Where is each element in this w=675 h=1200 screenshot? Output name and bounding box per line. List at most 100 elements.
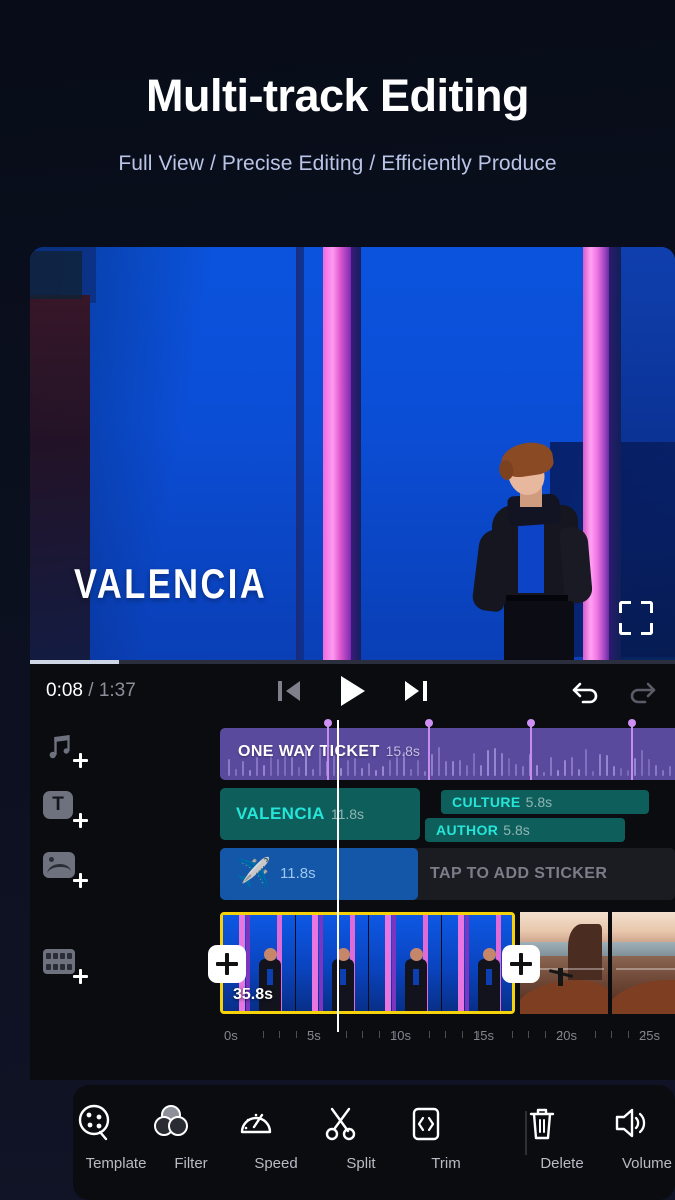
undo-icon[interactable] — [571, 677, 601, 705]
timeline-ruler[interactable]: 0s 5s 10s 15s 20s 25s — [220, 1024, 675, 1050]
ruler-tick — [544, 1031, 546, 1038]
play-icon[interactable] — [340, 676, 365, 706]
ruler-tick — [378, 1031, 380, 1038]
person-shirt — [518, 521, 544, 593]
beat-marker[interactable] — [425, 719, 433, 780]
toolbar-item-trim[interactable]: Trim — [403, 1101, 489, 1172]
track-video[interactable]: 35.8s — [30, 912, 675, 1014]
ruler-label: 0s — [224, 1028, 238, 1043]
toolbar-label-template: Template — [85, 1155, 147, 1172]
ruler-label: 10s — [390, 1028, 411, 1043]
video-clip-strip[interactable]: 35.8s — [220, 912, 675, 1014]
text-clip-author-duration: 5.8s — [503, 822, 530, 838]
person-hair — [498, 439, 556, 480]
image-glyph — [43, 852, 75, 878]
add-music-icon[interactable] — [43, 728, 89, 769]
ruler-label: 5s — [307, 1028, 321, 1043]
ruler-tick — [295, 1031, 297, 1038]
redo-icon[interactable] — [627, 677, 657, 705]
airplane-icon: ✈️ — [236, 857, 271, 888]
ruler-label: 20s — [556, 1028, 577, 1043]
preview-overlay-text: VALENCIA — [74, 560, 268, 607]
sticker-clip-duration: 11.8s — [280, 865, 316, 882]
ruler-tick — [528, 1031, 530, 1038]
sticker-clip[interactable]: ✈️ 11.8s — [220, 848, 418, 900]
toolbar-item-template[interactable]: Template — [73, 1101, 159, 1172]
ruler-tick — [362, 1031, 364, 1038]
playhead[interactable] — [337, 720, 339, 1032]
trim-brackets-icon — [403, 1101, 489, 1147]
plus-icon — [72, 752, 89, 769]
speedometer-icon — [233, 1101, 319, 1147]
toolbar-label-split: Split — [346, 1155, 376, 1172]
video-thumbnail — [369, 915, 441, 1011]
film-strip-glyph — [43, 949, 75, 974]
ruler-tick — [428, 1031, 430, 1038]
plus-icon — [72, 968, 89, 985]
add-sticker-icon[interactable] — [43, 848, 89, 889]
neon-stripe-b2 — [609, 247, 621, 660]
text-clip-culture[interactable]: CULTURE 5.8s — [441, 790, 649, 814]
plus-icon — [72, 812, 89, 829]
text-clip-author[interactable]: AUTHOR 5.8s — [425, 818, 625, 842]
toolbar-item-volume[interactable]: Volume — [604, 1101, 675, 1172]
audio-clip-label: ONE WAY TICKET — [238, 743, 380, 760]
beat-marker[interactable] — [527, 719, 535, 780]
track-text[interactable]: T VALENCIA 11.8s CULTURE 5.8s AUTHOR 5.8s — [30, 788, 675, 842]
ruler-label: 15s — [473, 1028, 494, 1043]
track-audio[interactable]: ONE WAY TICKET 15.8s — [30, 719, 675, 780]
beat-marker[interactable] — [628, 719, 636, 780]
ruler-tick — [262, 1031, 264, 1038]
video-clip-selected[interactable]: 35.8s — [220, 912, 515, 1014]
neon-stripe-a2 — [351, 247, 361, 660]
toolbar-label-filter: Filter — [174, 1155, 208, 1172]
toolbar-item-filter[interactable]: Filter — [148, 1101, 234, 1172]
ruler-label: 25s — [639, 1028, 660, 1043]
neon-stripe-a — [323, 247, 351, 660]
toolbar-item-speed[interactable]: Speed — [233, 1101, 319, 1172]
timeline[interactable]: ONE WAY TICKET 15.8s T VALENCIA 11.8s CU… — [30, 719, 675, 1080]
text-clip-valencia[interactable]: VALENCIA 11.8s — [220, 788, 420, 840]
toolbar-label-delete: Delete — [540, 1155, 584, 1172]
text-clip-author-text: AUTHOR 5.8s — [436, 822, 530, 838]
track-sticker[interactable]: TAP TO ADD STICKER ✈️ 11.8s — [30, 848, 675, 900]
toolbar-item-split[interactable]: Split — [318, 1101, 404, 1172]
video-thumbnail-beach — [612, 912, 675, 1014]
speaker-icon — [604, 1101, 675, 1147]
text-clip-valencia-duration: 11.8s — [330, 806, 365, 822]
toolbar-item-delete[interactable]: Delete — [519, 1101, 605, 1172]
text-clip-culture-label: CULTURE — [452, 794, 521, 810]
add-clip-right-button[interactable] — [502, 945, 540, 983]
beat-marker[interactable] — [324, 719, 332, 780]
page-title: Multi-track Editing — [146, 70, 530, 121]
text-clip-culture-text: CULTURE 5.8s — [452, 794, 552, 810]
ruler-tick — [511, 1031, 513, 1038]
history-controls — [549, 677, 657, 710]
filter-circles-icon — [148, 1101, 234, 1147]
ruler-tick — [461, 1031, 463, 1038]
skip-previous-icon[interactable] — [278, 679, 301, 703]
toolbar-label-speed: Speed — [254, 1155, 298, 1172]
person-legs — [504, 601, 574, 660]
app-root: Multi-track Editing Full View / Precise … — [0, 0, 675, 1200]
audio-clip[interactable]: ONE WAY TICKET 15.8s — [220, 728, 675, 780]
header: Multi-track Editing Full View / Precise … — [0, 0, 675, 176]
ruler-tick — [611, 1031, 613, 1038]
trash-icon — [519, 1101, 605, 1147]
add-text-icon[interactable]: T — [43, 788, 89, 829]
ruler-tick — [345, 1031, 347, 1038]
ruler-tick — [279, 1031, 281, 1038]
skip-next-icon[interactable] — [404, 679, 427, 703]
add-video-icon[interactable] — [43, 944, 89, 985]
plus-icon — [72, 872, 89, 889]
video-preview[interactable]: VALENCIA — [30, 247, 675, 660]
fullscreen-icon[interactable] — [619, 601, 653, 635]
toolbar-label-trim: Trim — [431, 1155, 461, 1172]
text-clip-culture-duration: 5.8s — [525, 794, 553, 810]
video-clip-duration: 35.8s — [233, 986, 274, 1003]
preview-person — [468, 439, 608, 660]
text-clip-valencia-label: VALENCIA — [236, 804, 325, 823]
add-clip-left-button[interactable] — [208, 945, 246, 983]
playback-controls: 0:08 / 1:37 — [30, 664, 675, 720]
scissors-icon — [318, 1101, 404, 1147]
